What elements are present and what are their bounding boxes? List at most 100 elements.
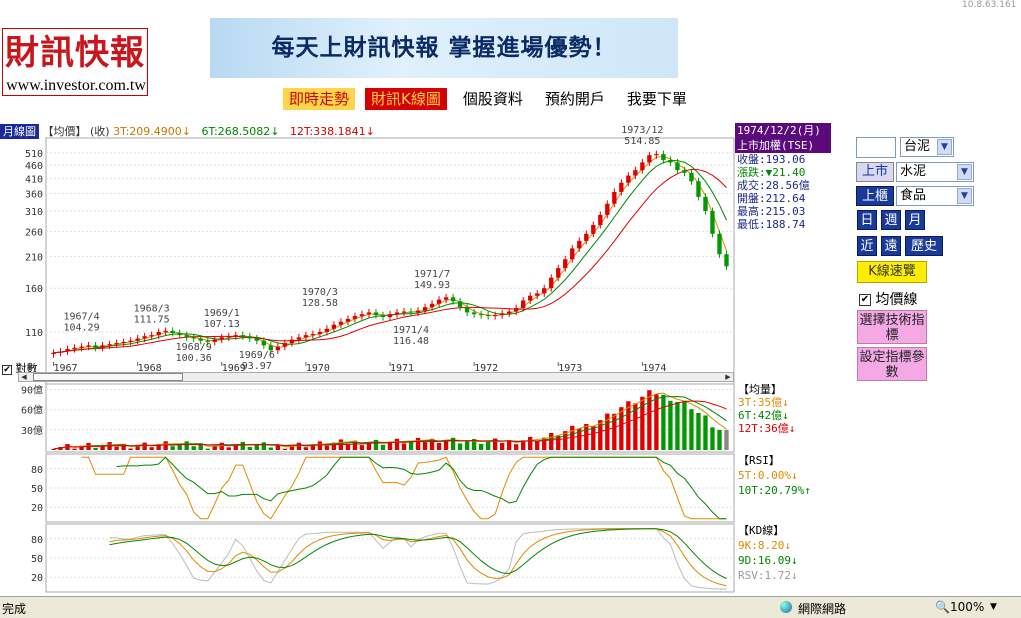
chevron-down-icon[interactable]: ▼ [937,139,952,155]
candle-body [626,175,631,183]
candle-body [717,233,722,255]
candle-body [261,340,266,346]
scroll-right-icon[interactable]: ▶ [723,373,733,381]
volume-bar [170,446,175,450]
otc-button[interactable]: 上櫃 [856,186,894,206]
volume-bar [415,437,421,450]
period-month[interactable]: 月 [905,210,925,230]
candle-body [352,316,358,319]
zoom-chevron-icon[interactable]: ▼ [990,602,997,612]
candle-body [275,346,281,351]
candle-body [689,172,694,182]
candle-body [219,337,224,340]
info-low: 最低:188.74 [737,218,806,231]
candle-body [612,191,617,204]
candle-body [65,349,70,352]
volume-bar [717,429,722,450]
candle-body [303,335,309,338]
candle-body [254,338,259,341]
candle-body [121,341,126,344]
annotation-value: 149.93 [414,280,450,291]
log-checkbox[interactable]: ✔ [2,365,12,375]
listed-button[interactable]: 上市 [856,162,894,182]
candle-body [373,312,379,316]
price-y-tick: 410 [25,174,43,185]
volume-bar [422,442,428,450]
rsi-y-tick: 20 [31,503,43,514]
candle-body [507,311,512,314]
chevron-down-icon[interactable]: ▼ [957,188,972,204]
set-params-button[interactable]: 設定指標參數 [857,347,927,381]
volume-bar [499,442,505,450]
zoom-level[interactable]: 100% [950,600,984,614]
volume-bar [149,447,154,450]
annotation-date: 1968/3 [134,303,170,314]
scroll-left-icon[interactable]: ◀ [19,373,29,381]
volume-bar [114,446,119,450]
candle-body [647,155,652,163]
candle-body [422,307,428,311]
candle-body [156,331,161,336]
candle-body [86,345,91,347]
scroll-thumb[interactable] [33,373,183,381]
stock-code-input[interactable] [856,137,896,158]
volume-legend: 【均量】 3T:35億↓ 6T:42億↓ 12T:36億↓ [738,383,795,435]
price-y-tick: 360 [25,190,43,201]
volume-bar [612,413,617,450]
select-indicator-button[interactable]: 選擇技術指標 [857,310,927,344]
info-volume: 成交:28.56億 [737,179,810,192]
price-y-tick: 460 [25,161,43,172]
otc-select[interactable]: 食品 ▼ [896,186,974,206]
chart-scrollbar[interactable]: ◀ ▶ [18,372,734,382]
market-select[interactable]: 台泥 ▼ [900,137,954,157]
candle-body [240,335,245,337]
chevron-down-icon[interactable]: ▼ [957,164,972,180]
candle-body [338,321,344,325]
volume-y-tick: 60億 [21,404,43,417]
avg-line-toggle[interactable]: ✔ 均價線 [859,289,917,309]
annotation-date: 1967/4 [63,311,99,322]
kline-quick-button[interactable]: K線速覽 [857,261,927,283]
candle-body [605,203,610,215]
candle-body [296,337,302,340]
volume-bar [654,394,659,450]
volume-bar [296,442,302,450]
candle-body [72,347,77,350]
avg-line-checkbox[interactable]: ✔ [859,294,871,306]
volume-bar [317,441,323,450]
listed-select[interactable]: 水泥 ▼ [896,162,974,182]
candle-body [570,248,575,260]
candle-body [478,314,484,316]
price-y-tick: 210 [25,252,43,263]
volume-bar [128,448,133,450]
candle-body [457,301,463,308]
volume-bar [436,442,442,450]
candle-body [436,299,442,304]
annotation-value: 116.48 [393,336,429,347]
volume-bar [303,447,309,450]
period-week[interactable]: 週 [881,210,901,230]
rsi-10: 10T:20.79%↑ [738,484,811,497]
period-far[interactable]: 遠 [881,236,901,256]
candle-body [471,312,477,315]
volume-bar [689,409,694,450]
candle-body [464,307,470,313]
annotation-date: 1970/3 [302,287,338,298]
candle-body [654,154,659,156]
period-day[interactable]: 日 [857,210,877,230]
candle-body [633,170,638,176]
kd-rsv: RSV:1.72↓ [738,569,798,582]
volume-bar [647,390,652,450]
volume-bar [93,447,98,450]
volume-bar [464,441,470,450]
candle-body [289,339,295,344]
candle-body [184,335,189,338]
volume-bar [535,441,540,450]
candle-body [556,268,561,278]
period-near[interactable]: 近 [857,236,877,256]
candle-body [191,337,196,339]
kd-y-tick: 50 [31,554,43,565]
period-history[interactable]: 歷史 [905,236,943,256]
volume-bar [142,442,147,450]
candle-body [233,335,238,337]
